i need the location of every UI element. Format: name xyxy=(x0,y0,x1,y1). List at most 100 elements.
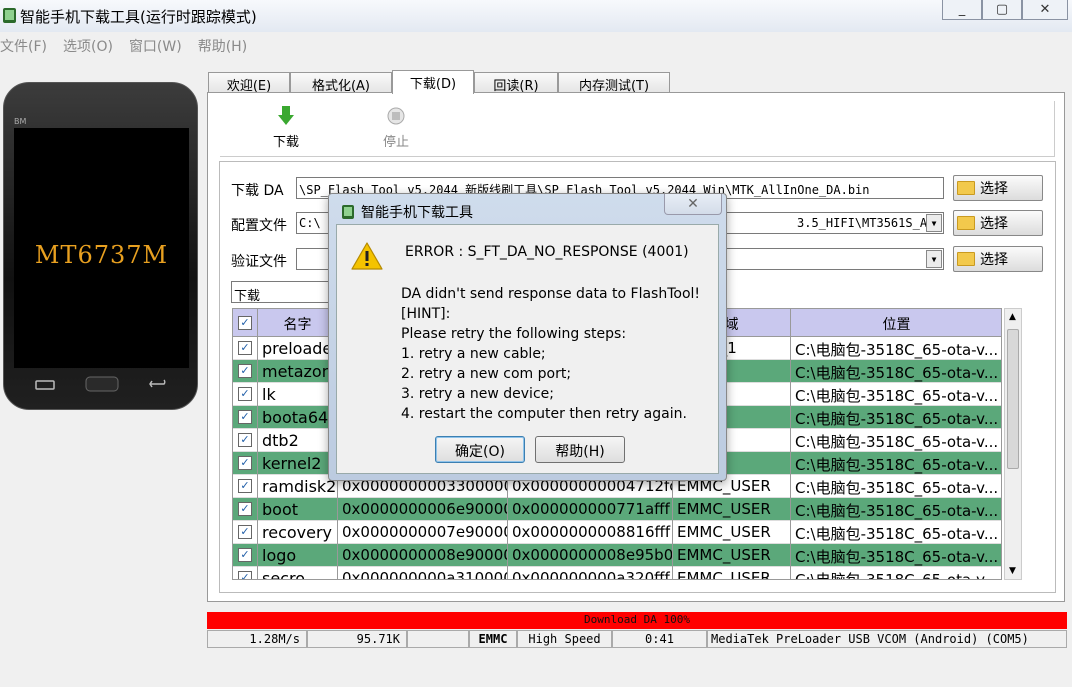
table-row[interactable]: ✓ secro 0x000000000a310000 0x000000000a320f… xyxy=(233,567,1001,579)
maximize-icon: ▢ xyxy=(995,2,1009,17)
row-checkbox-cell: ✓ xyxy=(233,429,258,452)
table-row[interactable]: ✓ logo 0x0000000008e90000 0x0000000008e95b0… xyxy=(233,544,1001,567)
close-icon: ✕ xyxy=(1039,2,1051,17)
cell-location: C:\电脑包-3518C_65-ota-v... xyxy=(791,383,1001,406)
download-arrow-icon xyxy=(278,106,294,125)
row-checkbox[interactable]: ✓ xyxy=(238,387,252,401)
cell-location: C:\电脑包-3518C_65-ota-v... xyxy=(791,452,1001,475)
table-row[interactable]: ✓ boot 0x0000000006e90000 0x000000000771aff… xyxy=(233,498,1001,521)
row-checkbox-cell: ✓ xyxy=(233,521,258,544)
auth-select-button[interactable]: 选择 xyxy=(953,246,1043,272)
tab-download[interactable]: 下载(D) xyxy=(392,70,474,94)
minimize-button[interactable]: _ xyxy=(942,0,982,20)
row-checkbox[interactable]: ✓ xyxy=(238,341,252,355)
cell-location: C:\电脑包-3518C_65-ota-v... xyxy=(791,406,1001,429)
dialog-body: ERROR : S_FT_DA_NO_RESPONSE (4001) DA di… xyxy=(336,224,719,474)
row-checkbox[interactable]: ✓ xyxy=(238,502,252,516)
download-mode-select[interactable]: 下载 xyxy=(231,281,341,303)
menu-options[interactable]: 选项(O) xyxy=(63,33,113,57)
cell-begin: 0x0000000008e90000 xyxy=(338,544,508,567)
status-storage: EMMC xyxy=(469,630,517,648)
status-size: 95.71K xyxy=(307,630,407,648)
status-speed: 1.28M/s xyxy=(207,630,307,648)
dialog-close-button[interactable]: ✕ xyxy=(664,194,722,215)
folder-icon xyxy=(957,252,975,266)
help-button[interactable]: 帮助(H) xyxy=(535,436,625,463)
scatter-path-head: C:\ xyxy=(299,216,321,230)
table-scrollbar[interactable]: ▲ ▼ xyxy=(1004,308,1022,580)
close-button[interactable]: ✕ xyxy=(1022,0,1068,20)
phone-graphic: BM MT6737M xyxy=(3,82,198,410)
row-checkbox[interactable]: ✓ xyxy=(238,456,252,470)
ok-button[interactable]: 确定(O) xyxy=(435,436,525,463)
cell-location: C:\电脑包-3518C_65-ota-v... xyxy=(791,337,1001,360)
row-checkbox-cell: ✓ xyxy=(233,475,258,498)
tab-memory-test[interactable]: 内存测试(T) xyxy=(558,72,670,94)
minimize-icon: _ xyxy=(958,2,966,17)
error-line: DA didn't send response data to FlashToo… xyxy=(401,286,701,302)
row-checkbox-cell: ✓ xyxy=(233,360,258,383)
row-checkbox[interactable]: ✓ xyxy=(238,548,252,562)
download-button[interactable]: 下载 xyxy=(256,105,316,150)
chevron-down-icon[interactable]: ▼ xyxy=(926,214,942,232)
da-select-button[interactable]: 选择 xyxy=(953,175,1043,201)
select-all-checkbox[interactable]: ✓ xyxy=(233,309,258,337)
cell-begin: 0x000000000a310000 xyxy=(338,567,508,579)
stop-button[interactable]: 停止 xyxy=(366,105,426,150)
error-line: 4. restart the computer then retry again… xyxy=(401,406,687,422)
header-name[interactable]: 名字 xyxy=(258,309,338,337)
home-key-icon xyxy=(85,376,119,392)
status-time: 0:41 xyxy=(612,630,707,648)
cell-end: 0x0000000008e95b0f xyxy=(508,544,673,567)
stop-icon xyxy=(387,107,405,125)
chevron-down-icon[interactable]: ▼ xyxy=(926,250,942,268)
table-row[interactable]: ✓ recovery 0x0000000007e90000 0x00000000088… xyxy=(233,521,1001,544)
row-checkbox-cell: ✓ xyxy=(233,544,258,567)
cell-location: C:\电脑包-3518C_65-ota-v... xyxy=(791,544,1001,567)
cell-name: recovery xyxy=(258,521,338,544)
row-checkbox[interactable]: ✓ xyxy=(238,433,252,447)
cell-region: EMMC_USER xyxy=(673,521,791,544)
menu-help[interactable]: 帮助(H) xyxy=(198,33,247,57)
tab-format[interactable]: 格式化(A) xyxy=(290,72,392,94)
header-location[interactable]: 位置 xyxy=(791,309,1001,337)
error-line: 3. retry a new device; xyxy=(401,386,554,402)
scroll-up-icon[interactable]: ▲ xyxy=(1009,312,1016,322)
auth-label: 验证文件 xyxy=(231,254,287,270)
row-checkbox[interactable]: ✓ xyxy=(238,364,252,378)
da-label: 下载 DA xyxy=(231,183,284,199)
tab-readback[interactable]: 回读(R) xyxy=(474,72,558,94)
cell-name: kernel2 xyxy=(258,452,338,475)
tab-welcome[interactable]: 欢迎(E) xyxy=(208,72,290,94)
scroll-down-icon[interactable]: ▼ xyxy=(1009,566,1016,576)
menu-window[interactable]: 窗口(W) xyxy=(129,33,182,57)
scroll-thumb[interactable] xyxy=(1007,329,1019,469)
row-checkbox-cell: ✓ xyxy=(233,383,258,406)
progress-bar: Download DA 100% xyxy=(207,612,1067,629)
row-checkbox[interactable]: ✓ xyxy=(238,410,252,424)
menu-file[interactable]: 文件(F) xyxy=(0,33,47,57)
error-line: 2. retry a new com port; xyxy=(401,366,572,382)
scatter-select-button[interactable]: 选择 xyxy=(953,210,1043,236)
cell-end: 0x0000000008816fff xyxy=(508,521,673,544)
row-checkbox[interactable]: ✓ xyxy=(238,571,252,579)
menu-key-icon xyxy=(35,380,55,390)
row-checkbox-cell: ✓ xyxy=(233,452,258,475)
cell-name: boota64 xyxy=(258,406,338,429)
cell-begin: 0x0000000007e90000 xyxy=(338,521,508,544)
cell-end: 0x000000000771afff xyxy=(508,498,673,521)
status-blank xyxy=(407,630,469,648)
maximize-button[interactable]: ▢ xyxy=(982,0,1022,20)
status-usb-speed: High Speed xyxy=(517,630,612,648)
menu-bar: 文件(F) 选项(O) 窗口(W) 帮助(H) xyxy=(0,33,263,57)
row-checkbox[interactable]: ✓ xyxy=(238,479,252,493)
cell-region: EMMC_USER xyxy=(673,498,791,521)
dialog-title: 智能手机下载工具 xyxy=(361,205,473,221)
row-checkbox-cell: ✓ xyxy=(233,406,258,429)
folder-icon xyxy=(957,216,975,230)
row-checkbox[interactable]: ✓ xyxy=(238,525,252,539)
cell-location: C:\电脑包-3518C_65-ota-v... xyxy=(791,475,1001,498)
cell-name: lk xyxy=(258,383,338,406)
cell-location: C:\电脑包-3518C_65-ota-v... xyxy=(791,360,1001,383)
stop-label: 停止 xyxy=(382,135,409,150)
